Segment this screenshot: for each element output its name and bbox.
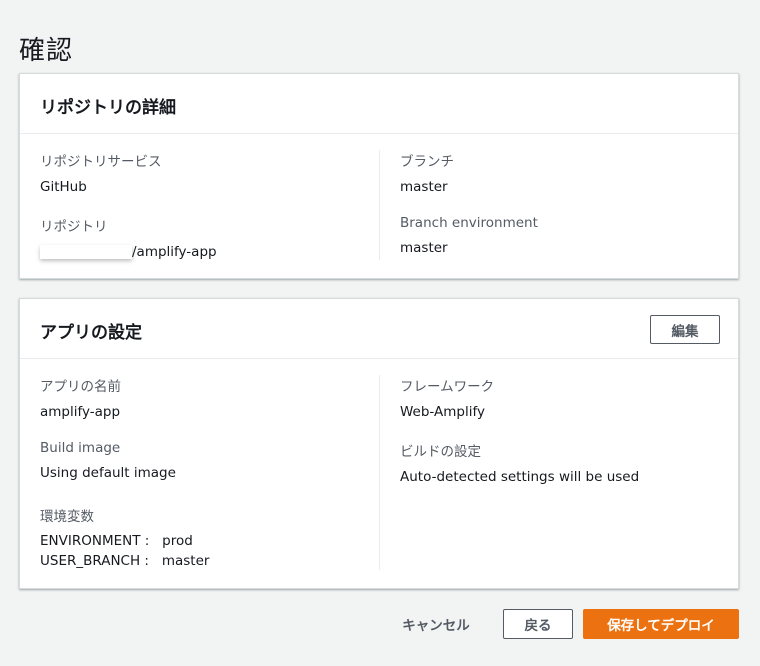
panel-header: リポジトリの詳細 [20,74,738,134]
repo-service-label: リポジトリサービス [40,154,162,170]
app-settings-panel: アプリの設定 編集 アプリの名前 amplify-app Build image… [19,298,739,589]
build-image-field: Build image Using default image [40,440,176,481]
framework-field: フレームワーク Web-Amplify [400,375,494,420]
repository-details-title: リポジトリの詳細 [40,98,176,118]
branch-field: ブランチ master [400,150,454,195]
repo-service-value: GitHub [40,179,87,195]
app-name-field: アプリの名前 amplify-app [40,375,121,420]
branch-environment-label: Branch environment [400,215,538,231]
app-name-label: アプリの名前 [40,379,121,395]
environment-variables-field: 環境変数 ENVIRONMENT : prod USER_BRANCH : ma… [40,505,209,571]
environment-variables-label: 環境変数 [40,509,94,525]
branch-label: ブランチ [400,154,454,170]
repository-value-row: /amplify-app [40,244,217,260]
repository-label: リポジトリ [40,219,108,235]
app-settings-title: アプリの設定 [40,323,142,343]
app-name-value: amplify-app [40,404,121,420]
env-var-item: USER_BRANCH : master [40,553,210,569]
repository-field: リポジトリ /amplify-app [40,215,217,260]
back-button[interactable]: 戻る [503,609,573,639]
branch-environment-field: Branch environment master [400,215,538,256]
panel-body: リポジトリサービス GitHub リポジトリ /amplify-app ブランチ… [20,134,738,279]
framework-label: フレームワーク [400,379,495,395]
environment-variables-list: ENVIRONMENT : prod USER_BRANCH : master [40,531,209,571]
page-title: 確認 [19,36,74,66]
panel-body: アプリの名前 amplify-app Build image Using def… [20,359,738,589]
save-and-deploy-button[interactable]: 保存してデプロイ [583,609,739,639]
env-var-item: ENVIRONMENT : prod [40,533,193,549]
redacted-owner [40,245,132,259]
repository-details-panel: リポジトリの詳細 リポジトリサービス GitHub リポジトリ /amplify… [19,73,739,279]
repository-value: /amplify-app [132,244,217,260]
branch-value: master [400,179,448,195]
build-image-value: Using default image [40,465,176,481]
cancel-button[interactable]: キャンセル [390,609,482,639]
framework-value: Web-Amplify [400,404,485,420]
build-settings-value: Auto-detected settings will be used [400,469,640,485]
build-settings-label: ビルドの設定 [400,444,481,460]
branch-environment-value: master [400,240,448,256]
column-divider [379,375,380,570]
build-settings-field: ビルドの設定 Auto-detected settings will be us… [400,440,639,485]
edit-button[interactable]: 編集 [650,315,720,344]
column-divider [379,150,380,260]
repo-service-field: リポジトリサービス GitHub [40,150,162,195]
build-image-label: Build image [40,440,121,456]
panel-header: アプリの設定 編集 [20,299,738,359]
